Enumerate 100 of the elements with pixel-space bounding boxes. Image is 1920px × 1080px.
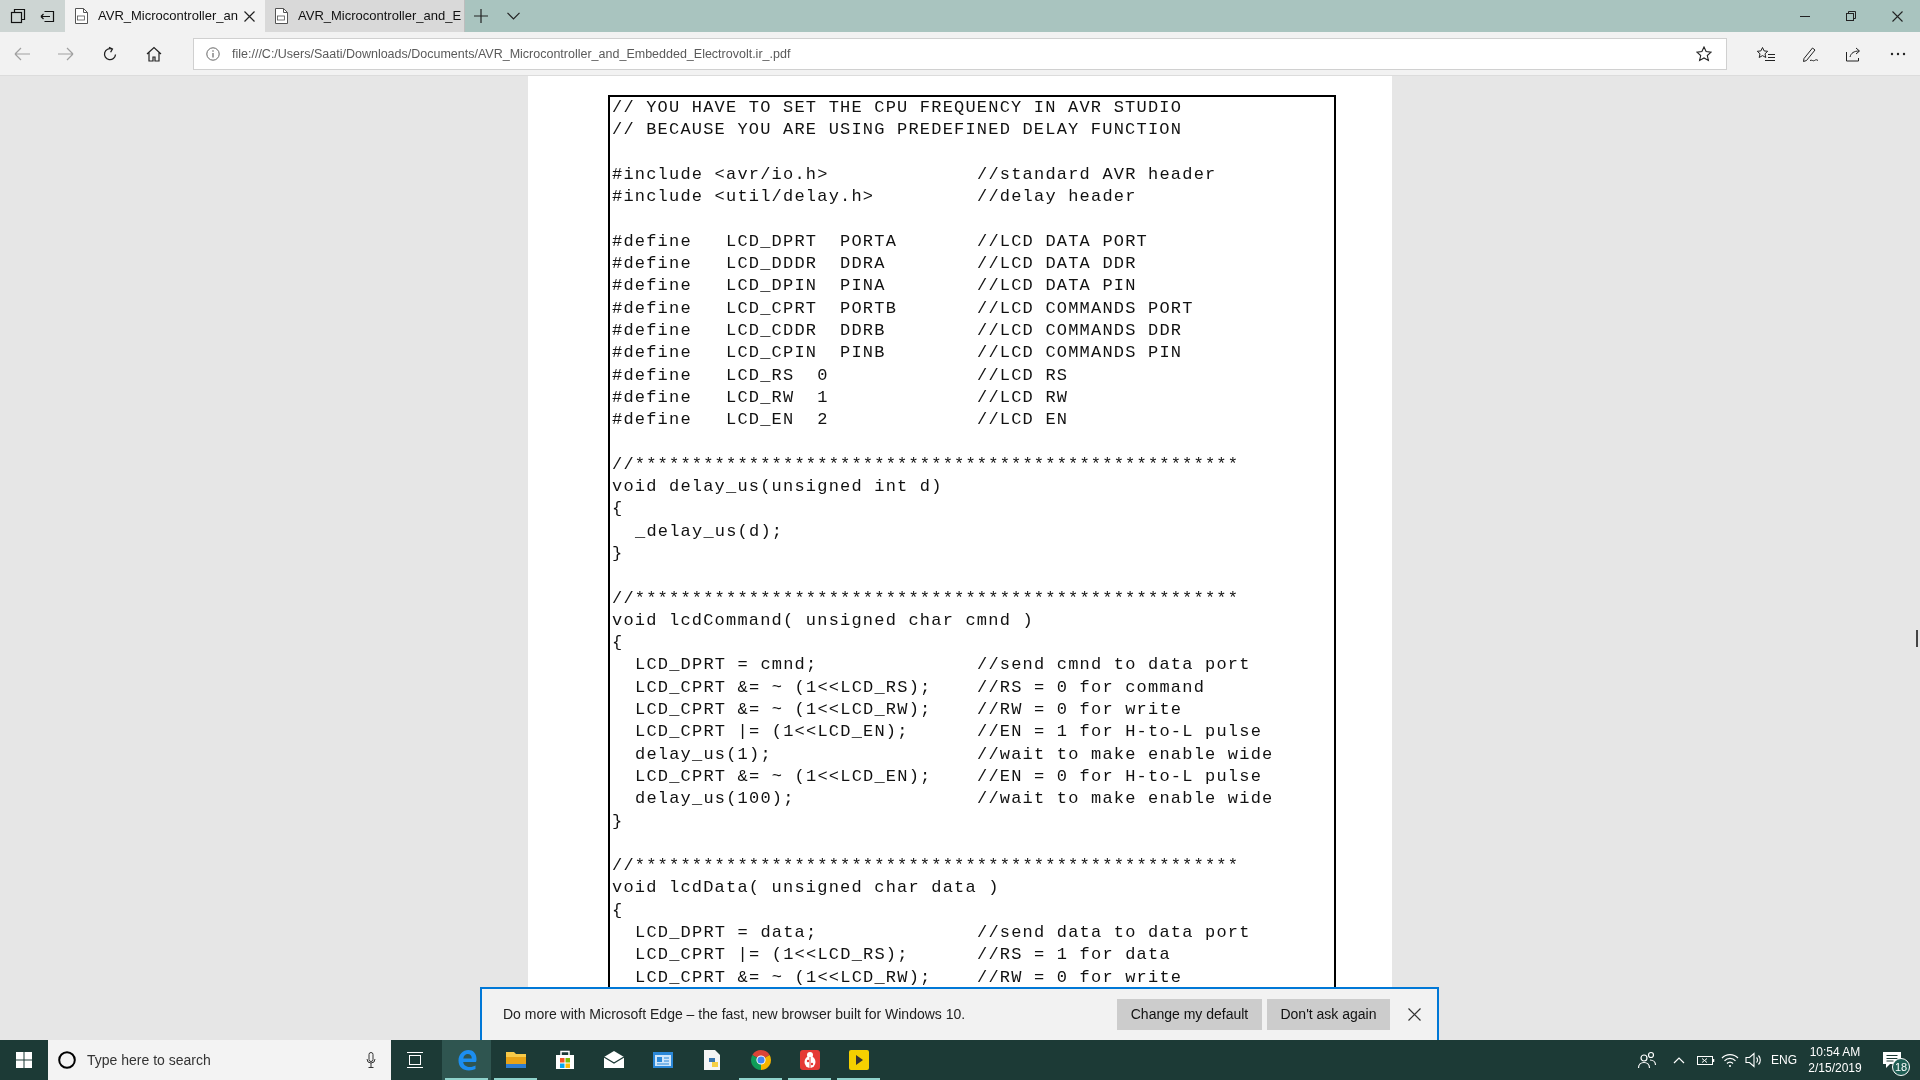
code-line: #define LCD_RS 0 (612, 365, 829, 385)
windows-logo-icon[interactable] (16, 1052, 32, 1068)
code-comment: //RS = 0 for command (977, 676, 1206, 699)
code-line: LCD_DPRT = cmnd; (635, 655, 818, 675)
code-comment: //standard AVR header (977, 163, 1217, 186)
code-line: { (612, 900, 624, 920)
window-arrow-icon[interactable] (38, 8, 55, 24)
close-icon[interactable] (1891, 10, 1903, 22)
code-line: #define LCD_DPRT PORTA (612, 231, 898, 251)
code-line: #include <avr/io.h> (612, 164, 829, 184)
code-line: #define LCD_RW 1 (612, 387, 829, 407)
notification-button[interactable]: Change my default (1117, 999, 1262, 1030)
star-icon[interactable] (1696, 45, 1712, 62)
code-line: //***************************************************** (612, 856, 1240, 876)
task-view-icon[interactable] (406, 1052, 424, 1068)
code-comment: //EN = 0 for H-to-L pulse (977, 765, 1263, 788)
speaker-icon[interactable] (1745, 1052, 1763, 1068)
microphone-icon[interactable] (366, 1052, 376, 1068)
code-line: #define LCD_CPRT PORTB (612, 298, 898, 318)
star-list-icon[interactable] (1756, 45, 1776, 62)
code-comment: //LCD COMMANDS PORT (977, 297, 1194, 320)
code-comment: //LCD COMMANDS DDR (977, 319, 1183, 342)
play-tile-icon (846, 1048, 871, 1072)
plus-icon[interactable] (474, 9, 488, 23)
code-line: //***************************************************** (612, 588, 1240, 608)
code-line: LCD_CPRT &= ~ (1<<LCD_RS); (635, 677, 932, 697)
code-line: #define LCD_CPIN PINB (612, 343, 886, 363)
notification-message: Do more with Microsoft Edge – the fast, new browser built for Windows 10. (502, 1005, 966, 1024)
code-line: } (612, 811, 624, 831)
code-comment: //RW = 0 for write (977, 699, 1183, 721)
code-line: LCD_DPRT = data; (635, 923, 818, 942)
code-line: #define LCD_DPIN PINA (612, 276, 886, 296)
address-field[interactable]: file:///C:/Users/Saati/Downloads/Documents/AVR_Microcontroller_and_Embedded_Electrovolt.ir_.pdf (193, 37, 1727, 70)
code-comment: //send data to data port (977, 922, 1251, 944)
language-indicator[interactable]: ENG (1771, 1051, 1797, 1069)
document-icon (73, 8, 89, 24)
code-line: delay_us(1); (635, 744, 772, 764)
clock-time[interactable]: 10:54 AM (1809, 1044, 1861, 1060)
close-icon[interactable] (1408, 1008, 1421, 1021)
search-input[interactable]: Type here to search (87, 1045, 366, 1075)
more-icon[interactable] (1890, 51, 1906, 56)
code-line: #define LCD_CDDR DDRB (612, 320, 886, 340)
wifi-icon[interactable] (1721, 1053, 1739, 1067)
scrollbar-thumb[interactable] (1916, 630, 1918, 647)
code-comment: //send cmnd to data port (977, 654, 1251, 677)
code-comment: //delay header (977, 186, 1137, 209)
code-line: void lcdData( unsigned char data ) (612, 878, 1000, 898)
document-icon (273, 8, 289, 24)
code-line: // BECAUSE YOU ARE USING PREDEFINED DELAY FUNCTION (612, 120, 1183, 140)
code-line: void delay_us(unsigned int d) (612, 477, 943, 497)
round-logo-icon (748, 1048, 773, 1072)
code-comment: //LCD RW (977, 386, 1069, 409)
people-icon[interactable] (1637, 1051, 1657, 1069)
code-line: // YOU HAVE TO SET THE CPU FREQUENCY IN AVR STUDIO (612, 98, 1183, 117)
code-line: #define LCD_DDDR DDRA (612, 254, 886, 274)
browser-tab[interactable]: AVR_Microcontroller_an (65, 0, 265, 32)
code-line: LCD_CPRT |= (1<<LCD_RS); (635, 945, 909, 965)
restore-icon[interactable] (1846, 11, 1856, 21)
clock-date[interactable]: 2/15/2019 (1808, 1060, 1862, 1076)
code-comment: //wait to make enable wide (977, 788, 1274, 811)
notification-count-badge: 18 (1892, 1058, 1910, 1076)
home-icon[interactable] (146, 45, 162, 62)
code-line: LCD_CPRT |= (1<<LCD_EN); (635, 722, 909, 742)
circle-icon (58, 1051, 76, 1069)
code-line: //***************************************************** (612, 454, 1240, 474)
ladybug-icon (797, 1048, 822, 1072)
close-icon[interactable] (244, 10, 255, 22)
notification-button[interactable]: Don't ask again (1267, 999, 1390, 1030)
code-comment: //wait to make enable wide (977, 743, 1274, 766)
code-comment: //LCD RS (977, 364, 1069, 387)
code-line: LCD_CPRT &= ~ (1<<LCD_RW); (635, 967, 932, 987)
code-line: { (612, 499, 624, 519)
share-icon[interactable] (1845, 45, 1863, 62)
code-comment: //RW = 0 for write (977, 966, 1183, 989)
info-icon[interactable] (206, 46, 220, 61)
chevron-up-icon[interactable] (1673, 1056, 1685, 1064)
code-comment: //LCD COMMANDS PIN (977, 342, 1183, 365)
refresh-icon[interactable] (102, 45, 118, 62)
minimize-icon[interactable] (1800, 15, 1810, 17)
search-field[interactable]: Type here to search (48, 1040, 391, 1080)
code-line: delay_us(100); (635, 789, 795, 809)
code-line: LCD_CPRT &= ~ (1<<LCD_EN); (635, 766, 932, 786)
code-comment: //LCD DATA PORT (977, 230, 1149, 253)
code-line: #define LCD_EN 2 (612, 410, 829, 430)
battery-icon[interactable] (1697, 1054, 1715, 1066)
code-comment: //LCD EN (977, 409, 1069, 432)
code-line: _delay_us(d); (635, 521, 784, 541)
code-line: { (612, 633, 624, 653)
stacked-windows-icon[interactable] (10, 8, 27, 24)
code-line: LCD_CPRT &= ~ (1<<LCD_RW); (635, 700, 932, 719)
code-line: void lcdCommand( unsigned char cmnd ) (612, 610, 1034, 630)
code-comment: //LCD DATA PIN (977, 275, 1137, 298)
browser-tab[interactable]: AVR_Microcontroller_and_E (265, 0, 465, 32)
code-comment: //LCD DATA DDR (977, 253, 1137, 276)
code-line: } (612, 543, 624, 563)
code-comment: //EN = 1 for H-to-L pulse (977, 721, 1263, 744)
code-line: #include <util/delay.h> (612, 187, 875, 207)
code-comment: //RS = 1 for data (977, 944, 1171, 967)
pen-icon[interactable] (1801, 45, 1819, 62)
chevron-down-icon[interactable] (506, 12, 520, 20)
